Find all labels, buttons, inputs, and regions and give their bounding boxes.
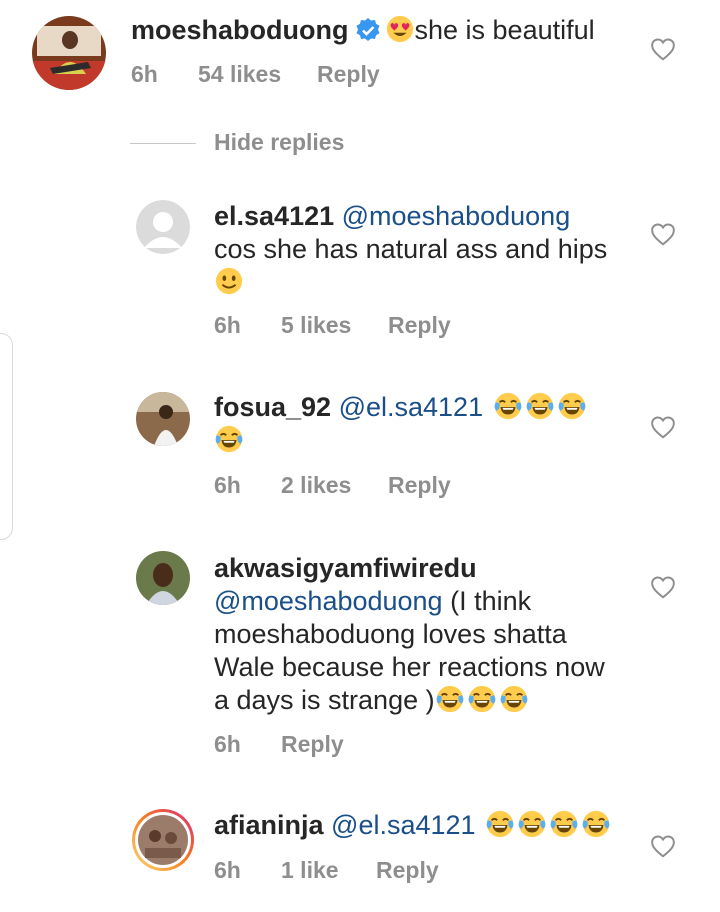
avatar[interactable] — [136, 200, 190, 254]
comment-body-line: moeshaboduong loves shatta — [214, 619, 567, 649]
timestamp: 6h — [214, 312, 241, 338]
timestamp: 6h — [131, 61, 158, 87]
mention-link[interactable]: @el.sa4121 — [339, 392, 484, 422]
like-heart-icon[interactable] — [650, 222, 676, 246]
reply-button[interactable]: Reply — [388, 472, 451, 499]
comment-meta: 6h 2 likes Reply — [214, 472, 514, 500]
reply-button[interactable]: Reply — [388, 312, 451, 339]
reply-button[interactable]: Reply — [376, 857, 439, 884]
replies-divider — [130, 143, 196, 144]
comment-text: afianinja @el.sa4121 — [214, 809, 611, 842]
likes-count[interactable]: 5 likes — [281, 312, 351, 339]
comment-meta: 6h 1 like Reply — [214, 857, 514, 885]
comment-text: el.sa4121 @moeshaboduong cos she has nat… — [214, 200, 607, 299]
comment-body-line: Wale because her reactions now — [214, 652, 605, 682]
comment-meta: 6h 5 likes Reply — [214, 312, 514, 340]
mention-link[interactable]: @moeshaboduong — [214, 586, 443, 616]
likes-count[interactable]: 54 likes — [198, 61, 281, 88]
tears-of-joy-emoji-icon — [549, 809, 579, 839]
slightly-smiling-emoji-icon — [214, 266, 244, 296]
timestamp: 6h — [214, 472, 241, 498]
comment-text: akwasigyamfiwiredu @moeshaboduong (I thi… — [214, 552, 605, 717]
tears-of-joy-emoji-icon — [525, 391, 555, 421]
tears-of-joy-emoji-icon — [581, 809, 611, 839]
comment-username[interactable]: afianinja — [214, 810, 324, 840]
comment-body: cos she has natural ass and hips — [214, 234, 608, 264]
heart-eyes-emoji-icon — [385, 14, 415, 44]
comment-meta: 6h Reply — [214, 731, 514, 759]
comment-username[interactable]: el.sa4121 — [214, 201, 334, 231]
avatar[interactable] — [136, 392, 190, 446]
likes-count[interactable]: 1 like — [281, 857, 339, 884]
tears-of-joy-emoji-icon — [517, 809, 547, 839]
comment-username[interactable]: akwasigyamfiwiredu — [214, 553, 477, 583]
reply-button[interactable]: Reply — [317, 61, 380, 88]
like-heart-icon[interactable] — [650, 834, 676, 858]
edge-drawer-handle[interactable] — [0, 333, 13, 540]
tears-of-joy-emoji-icon — [493, 391, 523, 421]
timestamp: 6h — [214, 731, 241, 757]
verified-badge-icon — [355, 17, 381, 43]
mention-link[interactable]: @el.sa4121 — [331, 810, 476, 840]
like-heart-icon[interactable] — [650, 415, 676, 439]
tears-of-joy-emoji-icon — [214, 424, 244, 454]
like-heart-icon[interactable] — [650, 575, 676, 599]
likes-count[interactable]: 2 likes — [281, 472, 351, 499]
hide-replies-button[interactable]: Hide replies — [214, 129, 344, 156]
avatar[interactable] — [131, 808, 195, 872]
comment-body-line: (I think — [450, 586, 532, 616]
reply-button[interactable]: Reply — [281, 731, 344, 758]
mention-link[interactable]: @moeshaboduong — [342, 201, 571, 231]
comment-body: she is beautiful — [414, 15, 595, 45]
tears-of-joy-emoji-icon — [557, 391, 587, 421]
tears-of-joy-emoji-icon — [499, 684, 529, 714]
comment-username[interactable]: fosua_92 — [214, 392, 331, 422]
comment-meta: 6h 54 likes Reply — [131, 61, 431, 89]
avatar[interactable] — [136, 551, 190, 605]
comment-body-line: a days is strange ) — [214, 685, 435, 715]
tears-of-joy-emoji-icon — [485, 809, 515, 839]
tears-of-joy-emoji-icon — [435, 684, 465, 714]
timestamp: 6h — [214, 857, 241, 883]
avatar[interactable] — [32, 16, 106, 90]
tears-of-joy-emoji-icon — [467, 684, 497, 714]
comment-username[interactable]: moeshaboduong — [131, 15, 349, 45]
comment-text: moeshaboduong she is beautiful — [131, 14, 595, 47]
like-heart-icon[interactable] — [650, 37, 676, 61]
comment-text: fosua_92 @el.sa4121 — [214, 391, 587, 457]
